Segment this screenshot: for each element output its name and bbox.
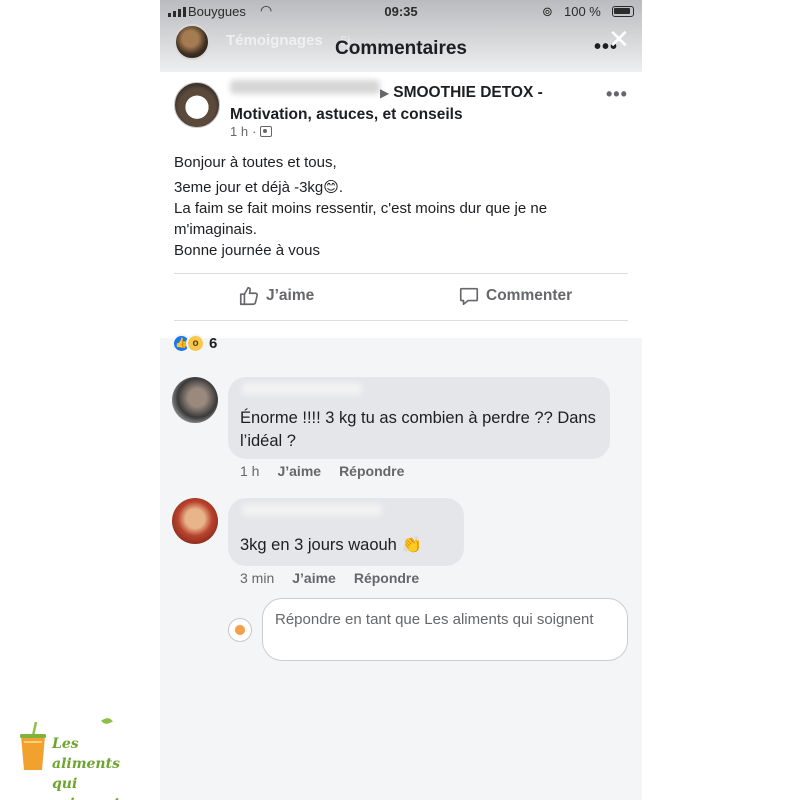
post-line: Bonjour à toutes et tous, [174, 154, 337, 171]
wow-reaction-icon: o [186, 334, 205, 353]
like-label: J’aime [266, 287, 315, 304]
thumbs-up-icon [239, 286, 259, 306]
comment-reply-button[interactable]: Répondre [354, 570, 419, 586]
brand-logo: Les aliments qui soignent [18, 712, 148, 800]
brand-name: Les aliments qui soignent [52, 734, 148, 800]
smoothie-cup-icon [20, 722, 46, 770]
separator-dot: · [252, 124, 257, 139]
reply-input[interactable]: Répondre en tant que Les aliments qui so… [262, 598, 628, 661]
post-line: Bonne journée à vous [174, 242, 320, 259]
divider [174, 320, 628, 321]
brand-line-1: Les aliments [52, 736, 120, 772]
reaction-count: 6 [209, 335, 218, 352]
like-button[interactable]: J’aime [238, 285, 314, 307]
battery-percent: 100 % [564, 4, 601, 19]
post-body: Bonjour à toutes et tous, 3eme jour et d… [174, 152, 624, 261]
comment-like-button[interactable]: J’aime [292, 570, 336, 586]
post-meta: 1 h · [230, 124, 273, 139]
divider [174, 273, 628, 274]
group-privacy-icon [260, 126, 273, 137]
post-time: 1 h [230, 124, 249, 139]
brand-line-2: qui soignent [52, 776, 120, 800]
post-group-name[interactable]: ▶ SMOOTHIE DETOX - Motivation, astuces, e… [230, 82, 590, 125]
status-bar: Bouygues ◠ 09:35 ⊚ 100 % [160, 2, 642, 22]
battery-icon [612, 6, 634, 17]
post-author-avatar[interactable] [174, 82, 220, 128]
post-line: 3eme jour et déjà -3kg😊. [174, 179, 344, 196]
comment-time: 1 h [240, 463, 260, 479]
rotation-lock-icon: ⊚ [542, 4, 553, 19]
comment-button[interactable]: Commenter [458, 285, 572, 307]
arrow-right-icon: ▶ [380, 86, 390, 100]
post: ▶ SMOOTHIE DETOX - Motivation, astuces, e… [160, 72, 642, 338]
leaf-icon [101, 716, 113, 726]
comment-actions: 1 h J’aime Répondre [240, 463, 404, 479]
comment-text: 3kg en 3 jours waouh 👏 [240, 536, 422, 554]
commenter-name-blurred[interactable] [242, 504, 382, 516]
post-line: La faim se fait moins ressentir, c'est m… [174, 200, 548, 238]
comment-bubble: 3kg en 3 jours waouh 👏 [228, 498, 464, 566]
story-header: Bouygues ◠ 09:35 ⊚ 100 % Témoignages 6j … [160, 0, 642, 72]
comment-text: Énorme !!!! 3 kg tu as combien à perdre … [240, 409, 596, 450]
reactions-summary[interactable]: 👍 o 6 [172, 334, 217, 353]
comment-label: Commenter [486, 287, 573, 304]
commenter-avatar[interactable] [172, 377, 218, 423]
page-avatar [228, 618, 252, 642]
comment-icon [459, 287, 479, 306]
commenter-avatar[interactable] [172, 498, 218, 544]
commenter-name-blurred[interactable] [242, 383, 362, 395]
close-icon[interactable]: ✕ [608, 24, 630, 55]
comment-time: 3 min [240, 570, 275, 586]
comment-bubble: Énorme !!!! 3 kg tu as combien à perdre … [228, 377, 610, 459]
comment-like-button[interactable]: J’aime [277, 463, 321, 479]
comment-actions: 3 min J’aime Répondre [240, 570, 419, 586]
post-options-icon[interactable]: ••• [606, 84, 628, 105]
comments-title: Commentaires [335, 38, 467, 59]
comment-reply-button[interactable]: Répondre [339, 463, 404, 479]
phone-screen: Bouygues ◠ 09:35 ⊚ 100 % Témoignages 6j … [160, 0, 642, 800]
